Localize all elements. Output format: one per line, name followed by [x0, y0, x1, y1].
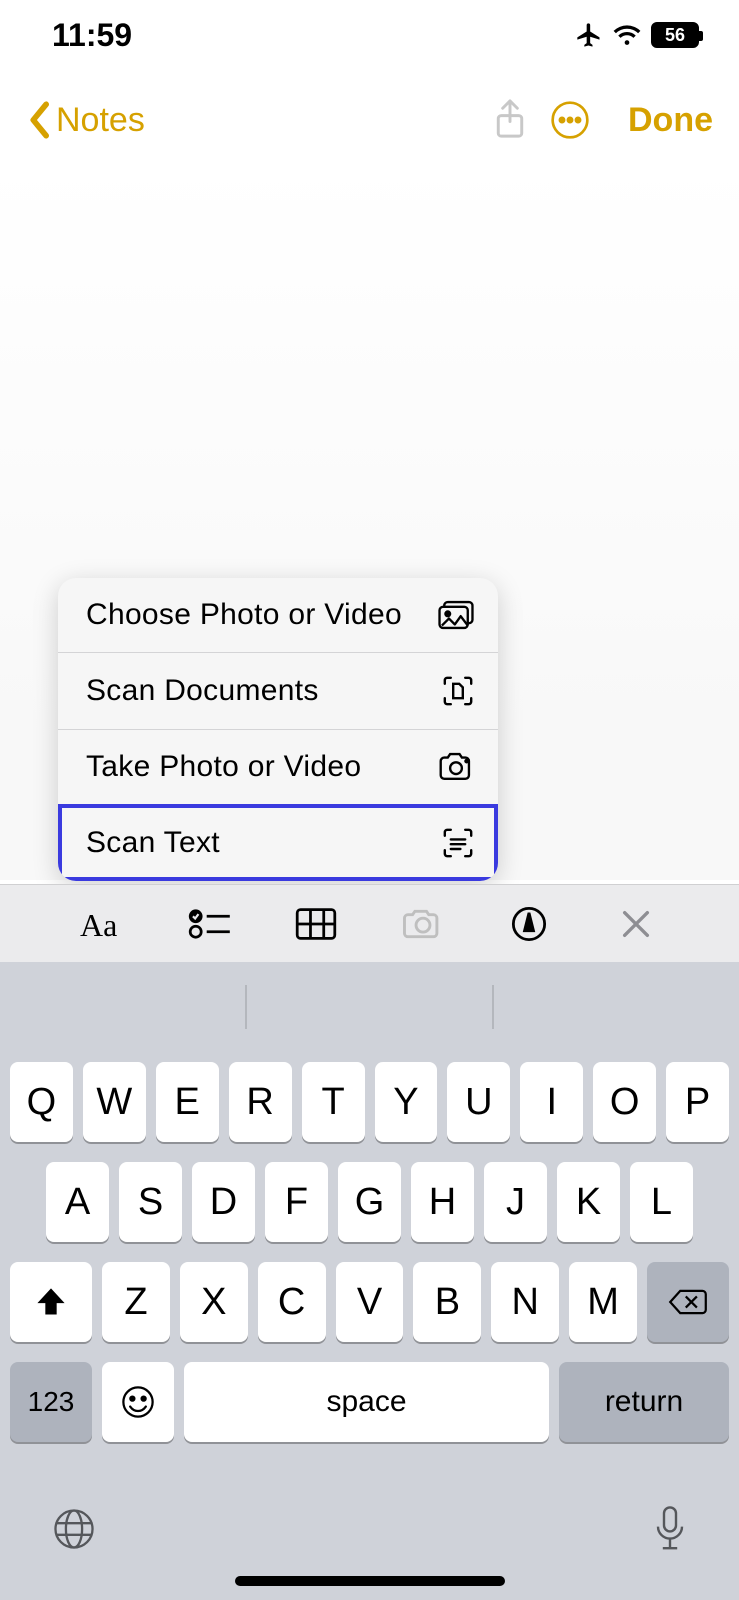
menu-scan-text[interactable]: Scan Text: [58, 804, 498, 881]
menu-choose-photo-video[interactable]: Choose Photo or Video: [58, 578, 498, 652]
photo-library-icon: [436, 598, 476, 632]
backspace-icon: [668, 1287, 708, 1317]
status-bar: 11:59 56: [0, 0, 739, 70]
wifi-icon: [613, 23, 641, 47]
key-p[interactable]: P: [666, 1062, 729, 1142]
key-r[interactable]: R: [229, 1062, 292, 1142]
status-time: 11:59: [52, 17, 132, 54]
globe-icon: [52, 1507, 96, 1551]
suggestion-bar: [0, 962, 739, 1052]
checklist-button[interactable]: [185, 899, 235, 949]
camera-attach-button[interactable]: [398, 899, 448, 949]
table-button[interactable]: [291, 899, 341, 949]
key-y[interactable]: Y: [375, 1062, 438, 1142]
camera-icon: [401, 907, 445, 941]
camera-icon: [436, 751, 476, 783]
key-e[interactable]: E: [156, 1062, 219, 1142]
share-icon: [492, 98, 528, 142]
menu-item-label: Scan Text: [86, 826, 220, 860]
keyboard-switch-button[interactable]: [52, 1507, 96, 1556]
keyboard-row-1: Q W E R T Y U I O P: [10, 1062, 729, 1142]
chevron-left-icon: [26, 100, 52, 140]
key-m[interactable]: M: [569, 1262, 637, 1342]
key-c[interactable]: C: [258, 1262, 326, 1342]
key-v[interactable]: V: [336, 1262, 404, 1342]
key-s[interactable]: S: [119, 1162, 182, 1242]
suggestion-divider: [492, 985, 494, 1029]
key-g[interactable]: G: [338, 1162, 401, 1242]
suggestion-divider: [245, 985, 247, 1029]
menu-item-label: Scan Documents: [86, 674, 319, 708]
close-icon: [619, 907, 653, 941]
back-label: Notes: [56, 101, 145, 140]
key-h[interactable]: H: [411, 1162, 474, 1242]
key-i[interactable]: I: [520, 1062, 583, 1142]
key-w[interactable]: W: [83, 1062, 146, 1142]
key-q[interactable]: Q: [10, 1062, 73, 1142]
format-toolbar: Aa: [0, 884, 739, 962]
nav-bar: Notes Done: [0, 90, 739, 150]
key-o[interactable]: O: [593, 1062, 656, 1142]
key-b[interactable]: B: [413, 1262, 481, 1342]
keyboard: Q W E R T Y U I O P A S D F G H J K L Z: [0, 962, 739, 1600]
ellipsis-circle-icon: [550, 100, 590, 140]
key-n[interactable]: N: [491, 1262, 559, 1342]
svg-text:Aa: Aa: [80, 907, 117, 942]
attach-menu: Choose Photo or Video Scan Documents Tak…: [58, 578, 498, 881]
table-icon: [295, 907, 337, 941]
key-z[interactable]: Z: [102, 1262, 170, 1342]
dictation-button[interactable]: [653, 1505, 687, 1558]
key-backspace[interactable]: [647, 1262, 729, 1342]
key-space[interactable]: space: [184, 1362, 549, 1442]
share-button[interactable]: [480, 98, 540, 142]
key-d[interactable]: D: [192, 1162, 255, 1242]
shift-icon: [34, 1286, 68, 1318]
key-return[interactable]: return: [559, 1362, 729, 1442]
markup-button[interactable]: [504, 899, 554, 949]
keyboard-row-3: Z X C V B N M: [10, 1262, 729, 1342]
menu-scan-documents[interactable]: Scan Documents: [58, 652, 498, 729]
airplane-mode-icon: [575, 21, 603, 49]
more-button[interactable]: [540, 100, 600, 140]
key-j[interactable]: J: [484, 1162, 547, 1242]
key-k[interactable]: K: [557, 1162, 620, 1242]
battery-level: 56: [665, 26, 685, 44]
back-button[interactable]: Notes: [26, 100, 145, 140]
home-indicator[interactable]: [235, 1576, 505, 1586]
keyboard-row-2: A S D F G H J K L: [10, 1162, 729, 1242]
checklist-icon: [188, 907, 232, 941]
markup-icon: [510, 905, 548, 943]
key-shift[interactable]: [10, 1262, 92, 1342]
key-u[interactable]: U: [447, 1062, 510, 1142]
menu-item-label: Choose Photo or Video: [86, 598, 402, 632]
scan-text-icon: [440, 825, 476, 861]
menu-item-label: Take Photo or Video: [86, 750, 361, 784]
microphone-icon: [653, 1505, 687, 1553]
menu-take-photo-video[interactable]: Take Photo or Video: [58, 729, 498, 804]
scan-document-icon: [440, 673, 476, 709]
emoji-icon: [120, 1384, 156, 1420]
key-l[interactable]: L: [630, 1162, 693, 1242]
done-button[interactable]: Done: [628, 101, 713, 140]
battery-indicator: 56: [651, 22, 699, 48]
key-f[interactable]: F: [265, 1162, 328, 1242]
key-numbers[interactable]: 123: [10, 1362, 92, 1442]
text-style-icon: Aa: [80, 906, 126, 942]
key-a[interactable]: A: [46, 1162, 109, 1242]
close-format-button[interactable]: [611, 899, 661, 949]
text-style-button[interactable]: Aa: [78, 899, 128, 949]
key-emoji[interactable]: [102, 1362, 174, 1442]
key-x[interactable]: X: [180, 1262, 248, 1342]
key-t[interactable]: T: [302, 1062, 365, 1142]
status-indicators: 56: [575, 21, 699, 49]
keyboard-row-4: 123 space return: [10, 1362, 729, 1442]
